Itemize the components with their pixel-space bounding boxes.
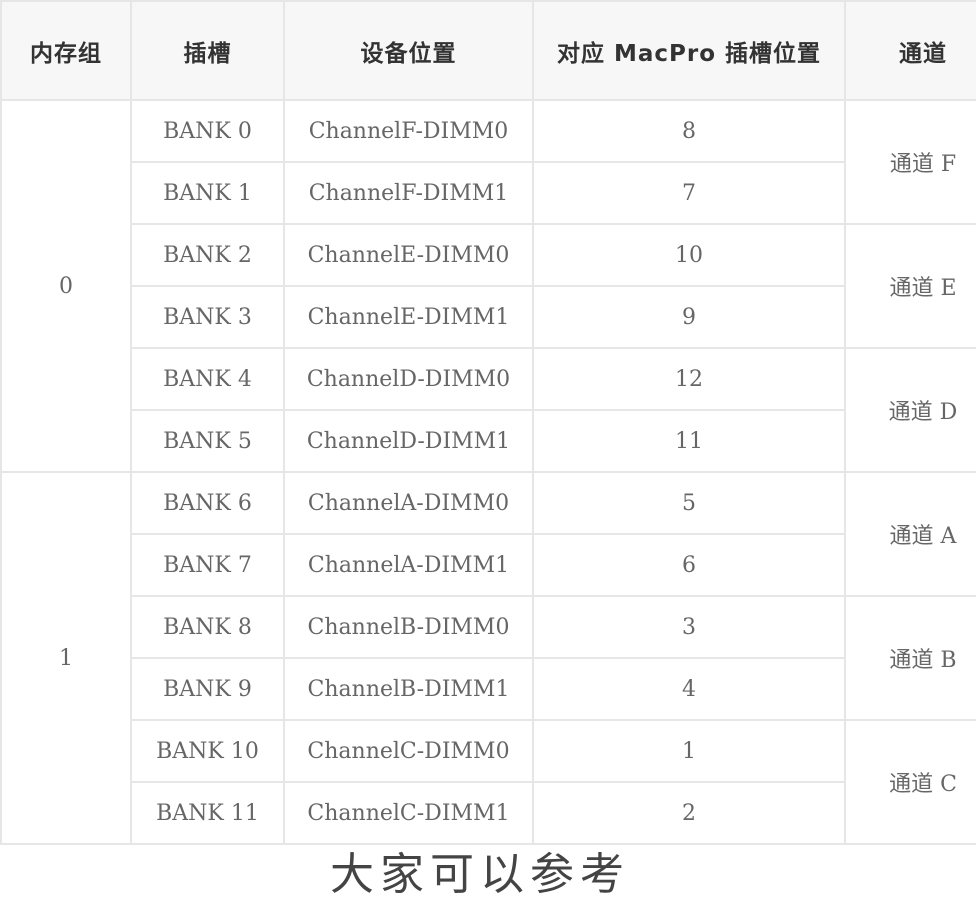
slot-cell: BANK 9 [130,657,285,721]
macpro-slot-cell: 4 [532,657,846,721]
device-cell: ChannelB-DIMM1 [283,657,534,721]
macpro-slot-cell: 1 [532,719,846,783]
memory-group-cell: 1 [0,471,132,845]
device-cell: ChannelE-DIMM1 [283,285,534,349]
macpro-slot-cell: 11 [532,409,846,473]
table-row: BANK 7 ChannelA-DIMM1 6 [1,533,976,597]
channel-cell: 通道 B [844,595,976,721]
device-cell: ChannelB-DIMM0 [283,595,534,659]
slot-cell: BANK 4 [130,347,285,411]
slot-cell: BANK 3 [130,285,285,349]
macpro-slot-cell: 5 [532,471,846,535]
table-row: 0 BANK 0 ChannelF-DIMM0 8 通道 F [0,99,976,473]
footer-caption: 大家可以参考 [330,849,630,900]
device-cell: ChannelC-DIMM1 [283,781,534,845]
macpro-slot-cell: 3 [532,595,846,659]
slot-cell: BANK 5 [130,409,285,473]
header-channel: 通道 [844,0,976,101]
device-cell: ChannelA-DIMM0 [283,471,534,535]
table-row: BANK 1 ChannelF-DIMM1 7 [1,161,976,225]
device-cell: ChannelF-DIMM0 [283,99,534,163]
table-row: BANK 8 ChannelB-DIMM0 3 通道 B [1,595,976,721]
channel-cell: 通道 A [844,471,976,597]
channel-cell: 通道 E [844,223,976,349]
slot-cell: BANK 8 [130,595,285,659]
macpro-slot-cell: 10 [532,223,846,287]
device-cell: ChannelC-DIMM0 [283,719,534,783]
table-row: BANK 10 ChannelC-DIMM0 1 通道 C [1,719,976,845]
device-cell: ChannelD-DIMM1 [283,409,534,473]
macpro-slot-cell: 12 [532,347,846,411]
table-row: 1 BANK 6 ChannelA-DIMM0 5 通道 A [0,471,976,845]
macpro-slot-cell: 7 [532,161,846,225]
table-row: BANK 9 ChannelB-DIMM1 4 [1,657,976,721]
table-row: BANK 2 ChannelE-DIMM0 10 通道 E [1,223,976,349]
slot-cell: BANK 11 [130,781,285,845]
memory-slot-table: 内存组 插槽 设备位置 对应 MacPro 插槽位置 通道 0 BANK 0 C… [0,0,976,845]
macpro-slot-cell: 9 [532,285,846,349]
slot-cell: BANK 7 [130,533,285,597]
macpro-slot-cell: 6 [532,533,846,597]
device-cell: ChannelE-DIMM0 [283,223,534,287]
header-macpro-slot: 对应 MacPro 插槽位置 [532,0,846,101]
header-device-location: 设备位置 [283,0,534,101]
memory-group-cell: 0 [0,99,132,473]
macpro-slot-cell: 2 [532,781,846,845]
table-header-row: 内存组 插槽 设备位置 对应 MacPro 插槽位置 通道 [0,0,976,101]
table-row: BANK 4 ChannelD-DIMM0 12 通道 D [1,347,976,473]
header-memory-group: 内存组 [0,0,132,101]
slot-cell: BANK 0 [130,99,285,163]
header-slot: 插槽 [130,0,285,101]
device-cell: ChannelD-DIMM0 [283,347,534,411]
device-cell: ChannelA-DIMM1 [283,533,534,597]
channel-cell: 通道 C [844,719,976,845]
table-row: BANK 11 ChannelC-DIMM1 2 [1,781,976,845]
channel-cell: 通道 F [844,99,976,225]
macpro-slot-cell: 8 [532,99,846,163]
slot-cell: BANK 1 [130,161,285,225]
slot-cell: BANK 10 [130,719,285,783]
table-row: BANK 3 ChannelE-DIMM1 9 [1,285,976,349]
table-row: BANK 5 ChannelD-DIMM1 11 [1,409,976,473]
channel-cell: 通道 D [844,347,976,473]
slot-cell: BANK 6 [130,471,285,535]
slot-cell: BANK 2 [130,223,285,287]
device-cell: ChannelF-DIMM1 [283,161,534,225]
